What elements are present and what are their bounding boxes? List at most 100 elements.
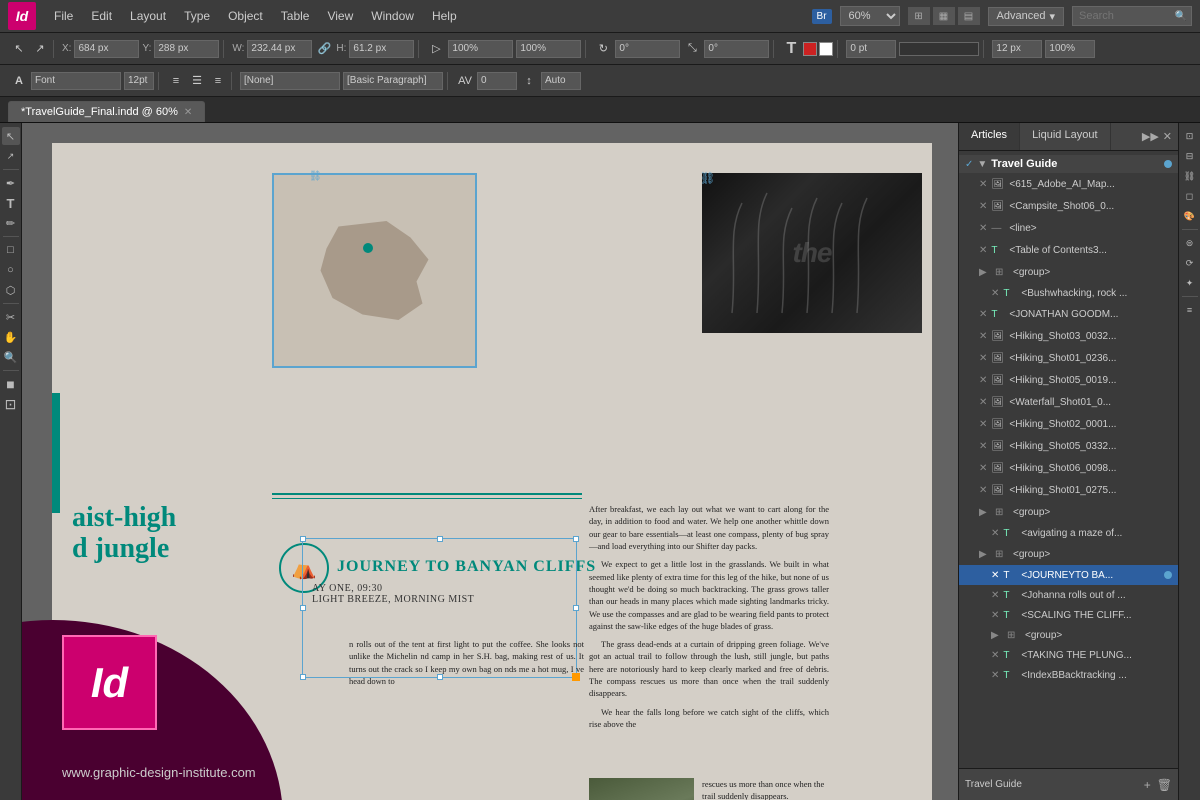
sel-handle-tr[interactable] — [573, 536, 579, 542]
panel-delete-icon[interactable]: 🗑 — [1157, 778, 1172, 792]
menu-file[interactable]: File — [46, 5, 81, 27]
zoom-tool[interactable]: 🔍 — [2, 348, 20, 366]
ellipse-tool[interactable]: ○ — [2, 261, 20, 279]
view-icon2[interactable]: ▦ — [933, 7, 955, 25]
tree-item-4[interactable]: ▶ ⊞ <group> — [959, 261, 1178, 283]
bridge-button[interactable]: Br — [812, 9, 832, 24]
view-icon3[interactable]: ▤ — [958, 7, 980, 25]
align-center-icon[interactable]: ☰ — [188, 72, 206, 90]
tree-subitem-19[interactable]: ✕ T <TAKING THE PLUNG... — [959, 645, 1178, 665]
scale-x-input[interactable] — [448, 40, 513, 58]
item3-close[interactable]: ✕ — [979, 245, 987, 256]
panel-tab-liquid[interactable]: Liquid Layout — [1020, 123, 1110, 150]
text-format-icon[interactable]: A — [10, 72, 28, 90]
zoom-select[interactable]: 60%75%100% — [840, 6, 900, 26]
tree-item-7[interactable]: ✕ 🖼 <Hiking_Shot01_0236... — [959, 347, 1178, 369]
tree-item-15[interactable]: ▶ ⊞ <group> — [959, 543, 1178, 565]
type-icon[interactable]: T — [782, 40, 800, 58]
align-left-icon[interactable]: ≡ — [167, 72, 185, 90]
stroke-color[interactable] — [803, 42, 817, 56]
effects-icon[interactable]: ✦ — [1181, 274, 1199, 292]
item13-close[interactable]: ✕ — [979, 485, 987, 496]
tree-item-5[interactable]: ✕ T <JONATHAN GOODM... — [959, 303, 1178, 325]
tree-item-8[interactable]: ✕ 🖼 <Hiking_Shot05_0019... — [959, 369, 1178, 391]
tree-item-13[interactable]: ✕ 🖼 <Hiking_Shot01_0275... — [959, 479, 1178, 501]
stroke-panel-icon[interactable]: ◻ — [1181, 187, 1199, 205]
tree-subitem-16[interactable]: ✕ T <Johanna rolls out of ... — [959, 585, 1178, 605]
color-icon[interactable]: 🎨 — [1181, 207, 1199, 225]
scale-y-input[interactable] — [516, 40, 581, 58]
properties-icon[interactable]: ⊡ — [1181, 127, 1199, 145]
scissors-tool[interactable]: ✂ — [2, 308, 20, 326]
menu-edit[interactable]: Edit — [83, 5, 120, 27]
para-style-input[interactable] — [343, 72, 443, 90]
small-photo[interactable] — [589, 778, 694, 800]
leading-input[interactable] — [541, 72, 581, 90]
shear-input[interactable] — [704, 40, 769, 58]
transform-icon[interactable]: ⟳ — [1181, 254, 1199, 272]
item5-close[interactable]: ✕ — [979, 309, 987, 320]
char-style-input[interactable] — [240, 72, 340, 90]
pen-tool[interactable]: ✒ — [2, 174, 20, 192]
tree-item-14[interactable]: ▶ ⊞ <group> — [959, 501, 1178, 523]
tree-header[interactable]: ✓ ▼ Travel Guide — [959, 155, 1178, 173]
sel-handle-tm[interactable] — [437, 536, 443, 542]
view-icon1[interactable]: ⊞ — [908, 7, 930, 25]
w-input[interactable] — [247, 40, 312, 58]
menu-object[interactable]: Object — [220, 5, 271, 27]
item0-close[interactable]: ✕ — [979, 179, 987, 190]
percent-input[interactable] — [1045, 40, 1095, 58]
layers-icon[interactable]: ⊟ — [1181, 147, 1199, 165]
subitem17-close[interactable]: ✕ — [991, 610, 999, 621]
tree-item-0[interactable]: ✕ 🖼 <615_Adobe_AI_Map... — [959, 173, 1178, 195]
menu-view[interactable]: View — [319, 5, 361, 27]
selection-tool[interactable]: ↖ — [2, 127, 20, 145]
rectangle-tool[interactable]: □ — [2, 241, 20, 259]
direct-select-icon[interactable]: ↗ — [31, 40, 49, 58]
item1-close[interactable]: ✕ — [979, 201, 987, 212]
item6-close[interactable]: ✕ — [979, 331, 987, 342]
tree-expand-arrow[interactable]: ▼ — [977, 159, 987, 170]
hand-tool[interactable]: ✋ — [2, 328, 20, 346]
mode-icon[interactable]: ⊡ — [2, 395, 20, 413]
menu-window[interactable]: Window — [363, 5, 422, 27]
y-input[interactable] — [154, 40, 219, 58]
tree-subitem-20[interactable]: ✕ T <IndexBBacktracking ... — [959, 665, 1178, 685]
item11-close[interactable]: ✕ — [979, 441, 987, 452]
item9-close[interactable]: ✕ — [979, 397, 987, 408]
item14-expand[interactable]: ▶ — [979, 507, 991, 518]
fill-swatch[interactable]: ■ — [2, 375, 20, 393]
menu-table[interactable]: Table — [273, 5, 318, 27]
advanced-button[interactable]: Advanced ▾ — [988, 7, 1064, 26]
font-input[interactable] — [31, 72, 121, 90]
tree-item-12[interactable]: ✕ 🖼 <Hiking_Shot06_0098... — [959, 457, 1178, 479]
subitem16-close[interactable]: ✕ — [991, 590, 999, 601]
panel-tab-articles[interactable]: Articles — [959, 123, 1020, 150]
stroke-pt-input[interactable] — [846, 40, 896, 58]
item7-close[interactable]: ✕ — [979, 353, 987, 364]
menu-help[interactable]: Help — [424, 5, 465, 27]
tree-subitem-17[interactable]: ✕ T <SCALING THE CLIFF... — [959, 605, 1178, 625]
tab-close-button[interactable]: ✕ — [184, 107, 192, 118]
subitem20-close[interactable]: ✕ — [991, 670, 999, 681]
sel-handle-mr[interactable] — [573, 605, 579, 611]
tree-subitem-4a[interactable]: ✕ T <Bushwhacking, rock ... — [959, 283, 1178, 303]
item12-close[interactable]: ✕ — [979, 463, 987, 474]
active-item-close[interactable]: ✕ — [991, 570, 999, 581]
tree-item-1[interactable]: ✕ 🖼 <Campsite_Shot06_0... — [959, 195, 1178, 217]
menu-type[interactable]: Type — [176, 5, 218, 27]
subitem4a-close[interactable]: ✕ — [991, 288, 999, 299]
align-right-icon[interactable]: ≡ — [209, 72, 227, 90]
links-icon[interactable]: ⛓ — [1181, 167, 1199, 185]
stroke-style[interactable] — [899, 42, 979, 56]
tree-item-11[interactable]: ✕ 🖼 <Hiking_Shot05_0332... — [959, 435, 1178, 457]
tree-item-10[interactable]: ✕ 🖼 <Hiking_Shot02_0001... — [959, 413, 1178, 435]
map-frame[interactable] — [272, 173, 477, 368]
rotate-input[interactable] — [615, 40, 680, 58]
polygon-tool[interactable]: ⬡ — [2, 281, 20, 299]
tree-item-2[interactable]: ✕ — <line> — [959, 217, 1178, 239]
subitem14a-close[interactable]: ✕ — [991, 528, 999, 539]
tree-item-3[interactable]: ✕ T <Table of Contents3... — [959, 239, 1178, 261]
pencil-tool[interactable]: ✏ — [2, 214, 20, 232]
fontsize-input[interactable] — [124, 72, 154, 90]
